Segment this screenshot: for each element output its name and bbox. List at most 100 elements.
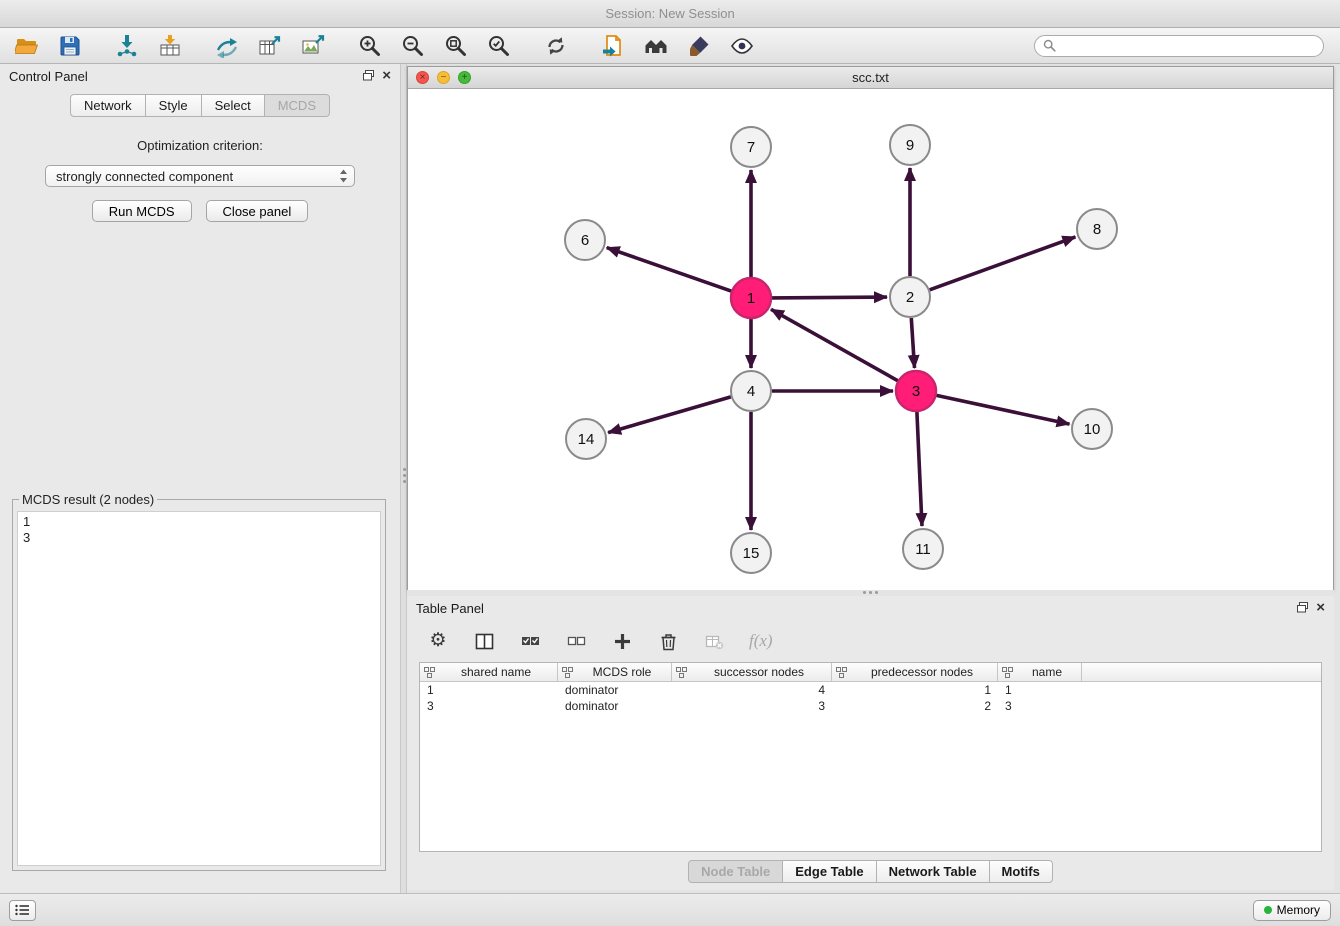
network-maximize-button[interactable]: +	[458, 71, 471, 84]
graph-node-2[interactable]: 2	[890, 277, 930, 317]
table-cell[interactable]: 1	[832, 682, 998, 698]
column-header-successor-nodes[interactable]: successor nodes	[672, 663, 832, 682]
edge-1-2[interactable]	[772, 297, 887, 298]
edge-2-8[interactable]	[930, 237, 1076, 290]
tab-network[interactable]: Network	[70, 94, 146, 117]
search-box[interactable]	[1034, 35, 1324, 57]
column-type-icon	[562, 667, 573, 678]
network-canvas[interactable]: 7 9 6 8 1 2 4 3 10 14 15 11	[408, 89, 1333, 590]
import-network-button[interactable]	[112, 31, 142, 61]
graph-node-6[interactable]: 6	[565, 220, 605, 260]
column-header-shared-name[interactable]: shared name	[420, 663, 558, 682]
mcds-result-list[interactable]: 13	[17, 511, 381, 866]
table-row[interactable]: 1dominator411	[420, 682, 1321, 698]
close-table-panel-button[interactable]: ×	[1316, 601, 1325, 615]
tab-network-table[interactable]: Network Table	[876, 860, 990, 883]
table-cell[interactable]: 2	[832, 698, 998, 714]
zoom-selected-button[interactable]	[484, 31, 514, 61]
clone-network-button[interactable]	[212, 31, 242, 61]
tab-select[interactable]: Select	[201, 94, 265, 117]
memory-button[interactable]: Memory	[1253, 900, 1331, 921]
zoom-out-icon	[401, 34, 425, 58]
export-table-button[interactable]	[255, 31, 285, 61]
delete-table-button	[703, 630, 725, 652]
table-toolbar: ⚙ f(x)	[407, 620, 1334, 662]
tab-node-table[interactable]: Node Table	[688, 860, 783, 883]
graph-node-11[interactable]: 11	[903, 529, 943, 569]
close-mcds-panel-button[interactable]: Close panel	[206, 200, 309, 222]
edge-3-11[interactable]	[917, 412, 922, 526]
edge-3-1[interactable]	[771, 309, 898, 380]
home-button[interactable]	[641, 31, 671, 61]
table-cell[interactable]: 3	[998, 698, 1082, 714]
table-cell[interactable]: dominator	[558, 698, 672, 714]
optimization-criterion-select[interactable]: strongly connected component	[45, 165, 355, 187]
graph-node-14[interactable]: 14	[566, 419, 606, 459]
network-graph[interactable]: 7 9 6 8 1 2 4 3 10 14 15 11	[408, 89, 1333, 590]
network-window-titlebar[interactable]: × − + scc.txt	[408, 67, 1333, 89]
graph-node-10[interactable]: 10	[1072, 409, 1112, 449]
column-header-predecessor-nodes[interactable]: predecessor nodes	[832, 663, 998, 682]
float-panel-button[interactable]	[363, 69, 374, 84]
mcds-result-item[interactable]: 3	[23, 530, 375, 546]
edge-1-6[interactable]	[607, 248, 732, 292]
network-minimize-button[interactable]: −	[437, 71, 450, 84]
window-title: Session: New Session	[605, 6, 734, 21]
import-group	[112, 31, 185, 61]
table-panel-title: Table Panel	[416, 601, 484, 616]
close-control-panel-button[interactable]: ×	[382, 69, 391, 83]
run-mcds-button[interactable]: Run MCDS	[92, 200, 192, 222]
column-header-name[interactable]: name	[998, 663, 1082, 682]
table-cell[interactable]: 3	[672, 698, 832, 714]
open-session-button[interactable]	[12, 31, 42, 61]
save-session-button[interactable]	[55, 31, 85, 61]
snapshot-button[interactable]	[598, 31, 628, 61]
search-input[interactable]	[1061, 39, 1315, 53]
graph-node-8[interactable]: 8	[1077, 209, 1117, 249]
float-table-panel-button[interactable]	[1297, 601, 1308, 616]
zoom-fit-button[interactable]	[441, 31, 471, 61]
zoom-in-button[interactable]	[355, 31, 385, 61]
delete-column-button[interactable]	[657, 630, 679, 652]
export-image-button[interactable]	[298, 31, 328, 61]
show-columns-button[interactable]	[473, 630, 495, 652]
table-cell[interactable]: 1	[998, 682, 1082, 698]
table-settings-button[interactable]: ⚙	[427, 630, 449, 652]
zoom-out-button[interactable]	[398, 31, 428, 61]
select-all-columns-button[interactable]	[519, 630, 541, 652]
svg-text:15: 15	[743, 545, 760, 562]
table-cell[interactable]: 1	[420, 682, 558, 698]
graph-node-15[interactable]: 15	[731, 533, 771, 573]
graph-node-1[interactable]: 1	[731, 278, 771, 318]
vertical-splitter[interactable]	[400, 64, 407, 893]
network-close-button[interactable]: ×	[416, 71, 429, 84]
table-cell[interactable]: 3	[420, 698, 558, 714]
refresh-icon	[544, 34, 568, 58]
tab-edge-table[interactable]: Edge Table	[782, 860, 876, 883]
import-table-button[interactable]	[155, 31, 185, 61]
graph-node-9[interactable]: 9	[890, 125, 930, 165]
table-cell[interactable]: 4	[672, 682, 832, 698]
style-brush-button[interactable]	[684, 31, 714, 61]
mcds-result-item[interactable]: 1	[23, 514, 375, 530]
table-row[interactable]: 3dominator323	[420, 698, 1321, 714]
table-cell[interactable]: dominator	[558, 682, 672, 698]
task-history-button[interactable]	[9, 900, 36, 921]
tab-mcds[interactable]: MCDS	[264, 94, 330, 117]
snapshot-page-icon	[601, 34, 625, 58]
edge-3-10[interactable]	[937, 395, 1070, 424]
float-window-icon	[1297, 602, 1308, 613]
edge-4-14[interactable]	[608, 397, 731, 433]
unselect-all-columns-button[interactable]	[565, 630, 587, 652]
show-hide-button[interactable]	[727, 31, 757, 61]
tab-motifs[interactable]: Motifs	[989, 860, 1053, 883]
edge-2-3[interactable]	[911, 318, 914, 368]
column-header-mcds-role[interactable]: MCDS role	[558, 663, 672, 682]
optimization-criterion-label: Optimization criterion:	[0, 138, 400, 153]
create-column-button[interactable]	[611, 630, 633, 652]
graph-node-7[interactable]: 7	[731, 127, 771, 167]
graph-node-3[interactable]: 3	[896, 371, 936, 411]
apply-layout-button[interactable]	[541, 31, 571, 61]
graph-node-4[interactable]: 4	[731, 371, 771, 411]
tab-style[interactable]: Style	[145, 94, 202, 117]
